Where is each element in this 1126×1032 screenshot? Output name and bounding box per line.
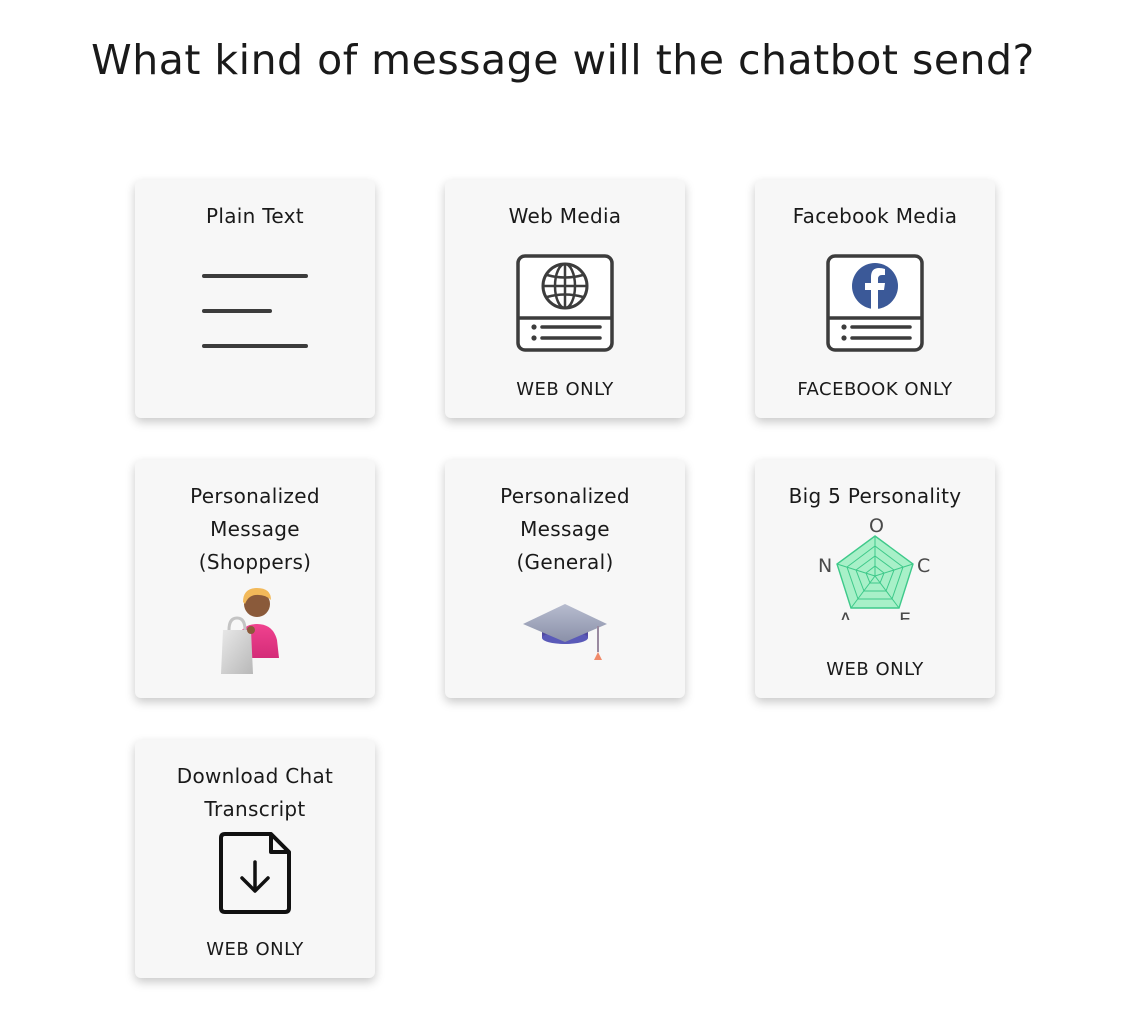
card-note: WEB ONLY <box>516 379 614 400</box>
card-note: WEB ONLY <box>826 659 924 680</box>
card-personalized-shoppers[interactable]: Personalized Message (Shoppers) <box>135 460 375 698</box>
card-note: WEB ONLY <box>206 939 304 960</box>
radar-label-a: A <box>839 609 852 620</box>
graduation-cap-icon <box>523 604 607 660</box>
card-plain-text[interactable]: Plain Text <box>135 180 375 418</box>
globe-media-icon <box>516 254 614 352</box>
card-web-media[interactable]: Web Media WEB ONLY <box>445 180 685 418</box>
page-title: What kind of message will the chatbot se… <box>91 36 1035 84</box>
card-note: FACEBOOK ONLY <box>797 379 953 400</box>
card-facebook-media[interactable]: Facebook Media FACEBOOK ONLY <box>755 180 995 418</box>
text-lines-icon <box>202 274 308 348</box>
card-big5-personality[interactable]: Big 5 Personality O C E A N WEB ONLY <box>755 460 995 698</box>
card-title: Download Chat Transcript <box>176 764 334 821</box>
card-title: Personalized Message (General) <box>500 484 630 574</box>
radar-label-n: N <box>818 555 832 577</box>
radar-label-o: O <box>869 516 884 537</box>
card-title: Web Media <box>508 204 622 228</box>
facebook-media-icon <box>826 254 924 352</box>
card-title: Facebook Media <box>792 204 958 228</box>
card-personalized-general[interactable]: Personalized Message (General) <box>445 460 685 698</box>
radar-label-c: C <box>917 555 930 577</box>
card-title: Big 5 Personality <box>788 484 962 508</box>
download-file-icon <box>219 832 291 914</box>
card-download-transcript[interactable]: Download Chat Transcript WEB ONLY <box>135 740 375 978</box>
card-title: Personalized Message (Shoppers) <box>190 484 320 574</box>
radar-label-e: E <box>899 609 911 620</box>
radar-chart-icon: O C E A N <box>818 516 930 620</box>
card-title: Plain Text <box>206 204 304 228</box>
shopper-icon <box>221 588 279 674</box>
